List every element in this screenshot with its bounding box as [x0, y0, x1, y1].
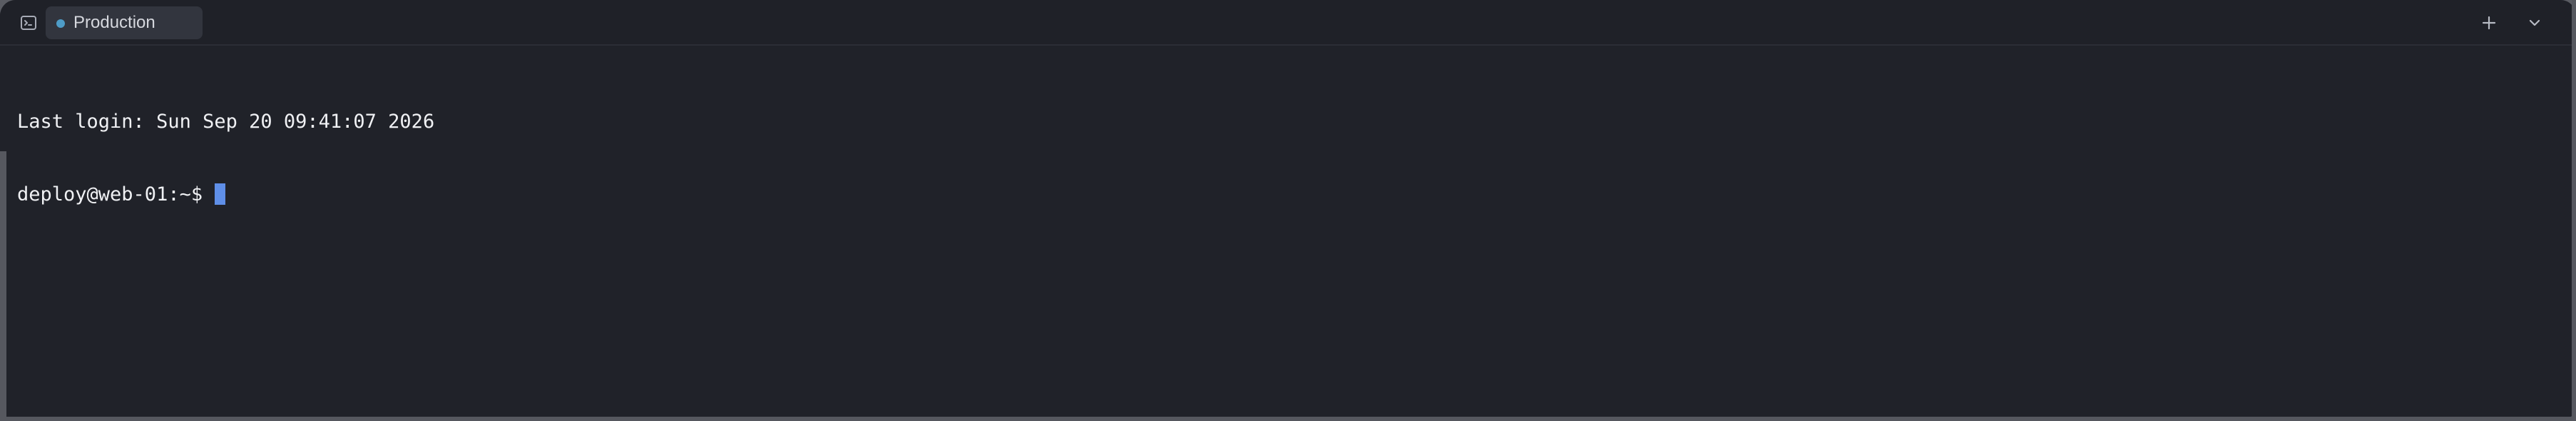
terminal-output[interactable]: Last login: Sun Sep 20 09:41:07 2026 dep…	[17, 61, 434, 255]
tab-menu-button[interactable]	[2523, 11, 2546, 34]
new-tab-button[interactable]	[2478, 11, 2500, 34]
status-dot	[56, 19, 65, 28]
bottom-window-edge	[0, 417, 2576, 421]
terminal-window: Production Last login: Sun Sep 20 09:41:…	[0, 0, 2576, 421]
last-login-line: Last login: Sun Sep 20 09:41:07 2026	[17, 111, 435, 133]
tab-production[interactable]: Production	[46, 6, 203, 39]
terminal-icon[interactable]	[20, 14, 37, 31]
prompt-line[interactable]: deploy@web-01:~$	[17, 183, 434, 207]
shell-prompt: deploy@web-01:~$	[17, 183, 215, 206]
text-cursor	[215, 183, 226, 205]
right-window-edge	[2572, 0, 2576, 421]
tab-label: Production	[73, 13, 155, 32]
left-window-edge	[0, 151, 6, 421]
tab-bar: Production	[0, 0, 2572, 46]
